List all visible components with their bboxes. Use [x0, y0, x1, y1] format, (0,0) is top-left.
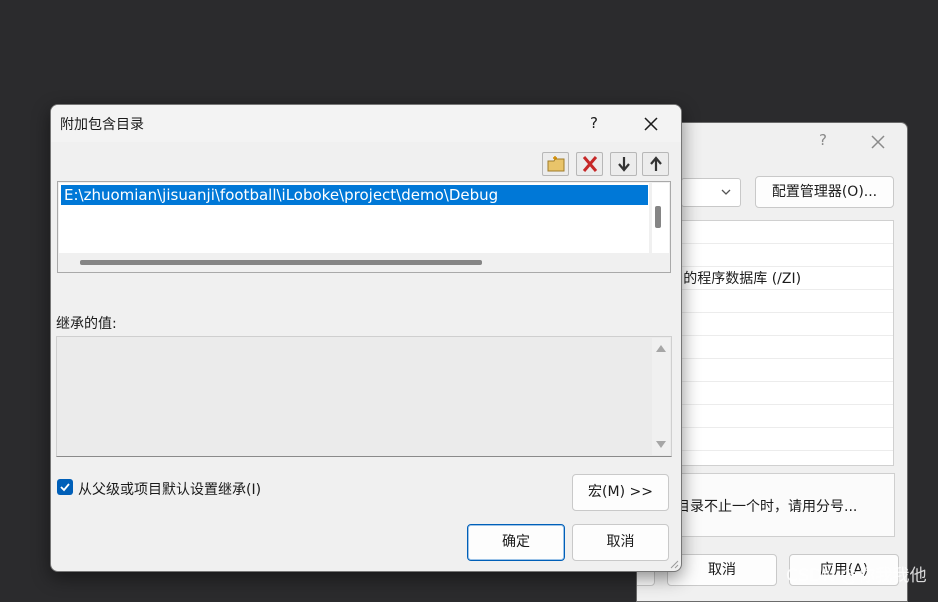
grid-row[interactable] — [668, 290, 893, 313]
ok-button[interactable]: 确定 — [467, 524, 565, 561]
chevron-down-icon — [721, 189, 731, 195]
config-manager-button[interactable]: 配置管理器(O)... — [755, 176, 894, 208]
checkmark-icon — [60, 483, 70, 492]
new-line-button[interactable] — [542, 152, 569, 176]
move-down-icon — [618, 157, 630, 172]
property-description-text: 目录不止一个时，请用分号... — [676, 499, 858, 515]
platform-dropdown[interactable] — [681, 178, 741, 207]
grid-row[interactable] — [668, 313, 893, 336]
inherit-checkbox-label[interactable]: 从父级或项目默认设置继承(I) — [78, 479, 261, 499]
macros-button[interactable]: 宏(M) >> — [572, 474, 669, 511]
background-help-button[interactable]: ? — [813, 131, 833, 151]
property-grid: 读”的程序数据库 (/ZI) — [662, 220, 894, 466]
additional-include-dirs-dialog: 附加包含目录 ? E:\zhuomian\jisuanji\football\i… — [50, 104, 682, 572]
cancel-button[interactable]: 取消 — [572, 524, 669, 561]
inherited-values-label: 继承的值: — [56, 316, 117, 332]
grid-row-value: 读”的程序数据库 (/ZI) — [662, 271, 802, 287]
dialog-titlebar: 附加包含目录 ? — [51, 105, 681, 142]
grid-row[interactable] — [668, 244, 893, 267]
list-item[interactable]: E:\zhuomian\jisuanji\football\iLoboke\pr… — [61, 185, 648, 205]
scroll-down-arrow-icon[interactable] — [656, 441, 666, 448]
resize-grip-icon[interactable] — [667, 557, 679, 569]
close-icon — [644, 117, 658, 131]
directory-list-area: E:\zhuomian\jisuanji\football\iLoboke\pr… — [59, 183, 649, 253]
dialog-title: 附加包含目录 — [60, 117, 144, 133]
inherit-checkbox[interactable] — [57, 479, 73, 495]
scroll-up-arrow-icon[interactable] — [656, 345, 666, 352]
background-close-button[interactable] — [867, 131, 889, 153]
move-up-button[interactable] — [642, 152, 669, 176]
close-button[interactable] — [637, 111, 665, 137]
property-description: 目录不止一个时，请用分号... — [667, 473, 895, 537]
directory-list[interactable]: E:\zhuomian\jisuanji\football\iLoboke\pr… — [57, 181, 671, 273]
horizontal-scrollbar-thumb[interactable] — [80, 260, 482, 265]
background-cancel-button[interactable]: 取消 — [667, 554, 777, 586]
grid-row[interactable] — [668, 428, 893, 451]
delete-icon — [582, 156, 598, 172]
watermark: CSDN @你我我他 — [786, 566, 927, 586]
move-down-button[interactable] — [610, 152, 637, 176]
help-button[interactable]: ? — [582, 111, 606, 135]
grid-row[interactable] — [668, 336, 893, 359]
delete-line-button[interactable] — [576, 152, 603, 176]
grid-row[interactable] — [668, 359, 893, 382]
vertical-scrollbar-thumb[interactable] — [655, 206, 661, 228]
grid-row[interactable] — [668, 382, 893, 405]
grid-row[interactable] — [668, 405, 893, 428]
move-up-icon — [650, 156, 662, 171]
new-folder-icon — [547, 156, 565, 172]
inherited-scrollbar[interactable] — [652, 338, 670, 455]
inherited-values-box — [56, 336, 672, 457]
close-icon — [871, 135, 885, 149]
grid-row[interactable] — [668, 221, 893, 244]
